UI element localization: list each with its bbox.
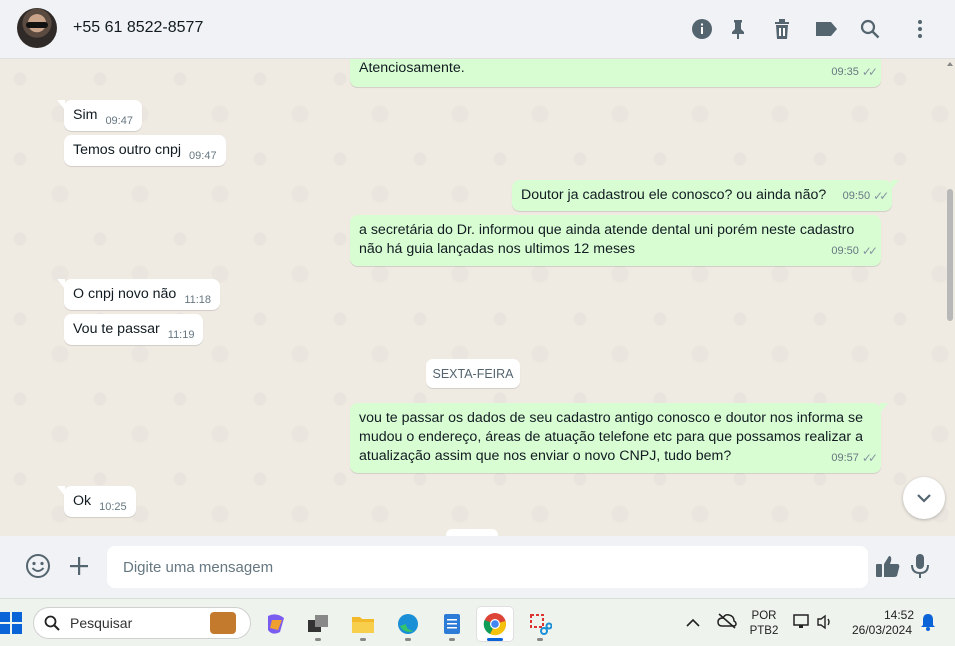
more-icon[interactable]	[908, 17, 932, 41]
message-time: 10:25	[99, 501, 127, 513]
message-time: 09:50	[842, 190, 871, 202]
read-ticks-icon: ✓✓	[861, 65, 878, 79]
attach-plus-icon[interactable]	[66, 553, 92, 579]
message-time: 11:18	[184, 294, 212, 306]
chat-scrollbar[interactable]	[945, 59, 955, 536]
input-language[interactable]: POR PTB2	[748, 609, 780, 639]
chat-header: +55 61 8522-8577	[0, 0, 955, 59]
message-incoming[interactable]: Vou te passar 11:19	[64, 314, 204, 345]
snipping-tool-icon[interactable]	[522, 607, 558, 641]
scroll-up-arrow-icon[interactable]	[947, 62, 953, 66]
search-icon[interactable]	[858, 17, 882, 41]
message-time: 11:19	[167, 329, 195, 341]
trash-icon[interactable]	[770, 17, 794, 41]
message-outgoing[interactable]: vou te passar os dados de seu cadastro a…	[350, 403, 888, 473]
message-time: 09:47	[105, 115, 133, 127]
notification-bell-icon[interactable]	[920, 613, 936, 636]
copilot-app-icon[interactable]	[258, 607, 294, 641]
message-outgoing[interactable]: a secretária do Dr. informou que ainda a…	[350, 215, 881, 266]
windows-start-icon[interactable]	[0, 612, 22, 634]
taskbar-clock[interactable]: 14:52 26/03/2024	[846, 608, 918, 638]
chat-area[interactable]: Atenciosamente. 09:35 ✓✓ Sim 09:47 Temos o…	[0, 59, 955, 536]
contact-name[interactable]: +55 61 8522-8577	[73, 19, 203, 37]
message-text: a secretária do Dr. informou que ainda a…	[359, 222, 855, 257]
message-time: 09:50	[831, 245, 859, 257]
message-outgoing[interactable]: Atenciosamente. 09:35 ✓✓	[350, 59, 881, 87]
scrollbar-thumb[interactable]	[947, 189, 953, 321]
message-incoming[interactable]: Sim 09:47	[57, 100, 142, 131]
chevron-up-icon[interactable]	[686, 615, 700, 633]
pin-icon[interactable]	[726, 17, 750, 41]
message-time: 09:57	[831, 452, 859, 464]
day-separator: SEXTA-FEIRA	[426, 359, 520, 388]
taskview-app-icon[interactable]	[300, 607, 336, 641]
search-icon	[44, 615, 60, 631]
chrome-browser-icon[interactable]	[477, 607, 513, 641]
message-text: Sim	[73, 107, 98, 123]
message-input[interactable]	[107, 546, 868, 588]
message-text: Ok	[73, 493, 92, 509]
file-explorer-icon[interactable]	[345, 607, 381, 641]
cloud-offline-icon[interactable]	[717, 613, 737, 634]
notepad-icon[interactable]	[434, 607, 470, 641]
message-text: Atenciosamente.	[359, 60, 465, 76]
read-ticks-icon: ✓✓	[861, 451, 878, 465]
taskbar-search-label: Pesquisar	[70, 615, 133, 631]
message-incoming[interactable]: O cnpj novo não 11:18	[56, 279, 221, 310]
read-ticks-icon: ✓✓	[861, 244, 878, 258]
message-text: vou te passar os dados de seu cadastro a…	[359, 410, 863, 464]
taskbar-search[interactable]: Pesquisar	[33, 607, 251, 639]
message-composer	[0, 536, 955, 598]
network-icon[interactable]	[793, 614, 811, 635]
contact-avatar[interactable]	[17, 8, 57, 48]
briefcase-icon	[210, 612, 236, 634]
message-incoming[interactable]: Temos outro cnpj 09:47	[64, 135, 226, 166]
label-icon[interactable]	[814, 17, 838, 41]
info-icon[interactable]	[690, 17, 714, 41]
message-outgoing[interactable]: Doutor ja cadastrou ele conosco? ou aind…	[512, 180, 900, 211]
volume-icon[interactable]	[816, 614, 834, 635]
thumbs-up-icon[interactable]	[875, 553, 901, 579]
edge-browser-icon[interactable]	[390, 607, 426, 641]
read-ticks-icon: ✓✓	[873, 189, 889, 203]
microphone-icon[interactable]	[907, 553, 933, 579]
partial-day-separator	[446, 529, 498, 536]
emoji-icon[interactable]	[25, 553, 51, 579]
message-text: Vou te passar	[73, 321, 160, 337]
message-incoming[interactable]: Ok 10:25	[57, 486, 136, 517]
message-time: 09:47	[189, 150, 217, 162]
message-text: Doutor ja cadastrou ele conosco? ou aind…	[521, 187, 827, 203]
windows-taskbar: Pesquisar POR PTB2 14:52 26/03/2024	[0, 598, 955, 646]
message-time: 09:35	[831, 66, 859, 78]
scroll-down-button[interactable]	[903, 477, 945, 519]
message-text: O cnpj novo não	[73, 286, 177, 302]
chevron-down-icon	[917, 494, 931, 503]
message-text: Temos outro cnpj	[73, 142, 182, 158]
